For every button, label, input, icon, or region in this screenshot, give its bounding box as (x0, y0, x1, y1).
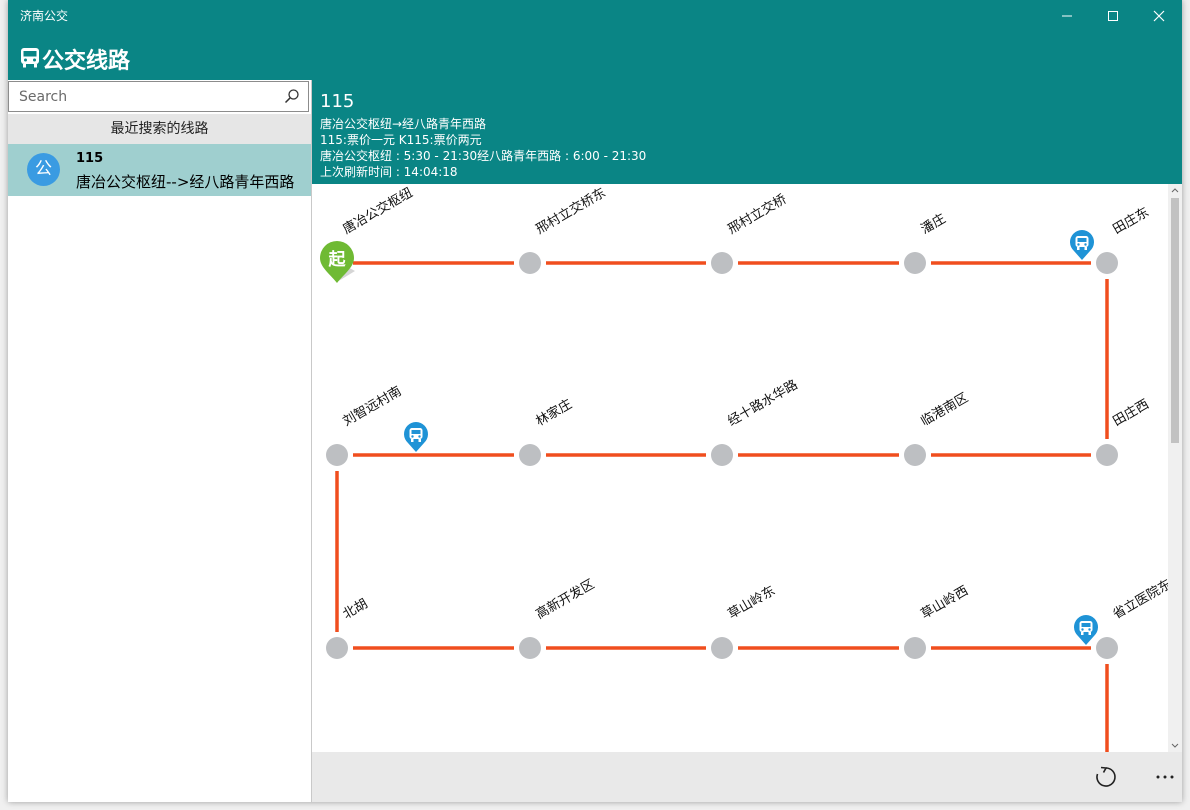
bus-stop[interactable]: 田庄东 (1096, 204, 1152, 274)
maximize-button[interactable] (1090, 0, 1136, 32)
bus-position-icon[interactable] (1074, 615, 1098, 645)
route-hours: 唐冶公交枢纽 : 5:30 - 21:30经八路青年西路 : 6:00 - 21… (320, 149, 647, 163)
app-header: 公交线路 (8, 32, 1182, 80)
search-input[interactable] (19, 88, 274, 106)
route-direction: 唐冶公交枢纽→经八路青年西路 (320, 117, 487, 131)
scroll-down-arrow-icon[interactable] (1168, 740, 1182, 752)
close-button[interactable] (1136, 0, 1182, 32)
stop-label: 北胡 (341, 596, 371, 622)
command-bar (312, 752, 1182, 802)
bus-stop[interactable]: 经十路水华路 (711, 377, 801, 466)
route-map-canvas: 唐冶公交枢纽 邢村立交桥东 邢村立交桥 潘庄 田庄东田庄西 临港南区 经十路水华路 林家庄 刘智… (320, 185, 1168, 754)
stop-label: 邢村立交桥 (725, 191, 789, 237)
bus-icon (21, 48, 39, 68)
vertical-scrollbar[interactable] (1168, 184, 1182, 754)
stop-label: 邢村立交桥东 (533, 185, 609, 238)
stop-label: 潘庄 (918, 211, 949, 238)
stop-label: 草山岭西 (919, 583, 972, 622)
more-icon (1156, 775, 1174, 779)
maximize-icon (1108, 11, 1118, 21)
route-number: 115 (76, 151, 104, 166)
main-panel: 115 唐冶公交枢纽→经八路青年西路 115:票价一元 K115:票价两元 唐冶… (312, 80, 1182, 802)
route-avatar: 公 (27, 153, 60, 186)
bus-position-icon[interactable] (404, 422, 428, 452)
stop-label: 田庄西 (1110, 396, 1152, 429)
more-button[interactable] (1148, 760, 1182, 794)
recent-routes-header: 最近搜索的线路 (8, 114, 311, 144)
title-bar: 济南公交 (8, 0, 1182, 32)
recent-route-item[interactable]: 公 115 唐冶公交枢纽-->经八路青年西路 (8, 144, 311, 196)
stop-label: 刘智远村南 (340, 383, 404, 429)
start-marker: 起 (320, 241, 355, 283)
close-icon (1153, 10, 1165, 22)
refresh-button[interactable] (1089, 760, 1123, 794)
route-refresh-time: 上次刷新时间 : 14:04:18 (320, 165, 458, 179)
start-marker-label: 起 (328, 249, 347, 270)
app-window: 济南公交 公交线路 最近搜索的线路 (8, 0, 1182, 802)
route-description: 唐冶公交枢纽-->经八路青年西路 (76, 173, 295, 191)
search-icon[interactable] (284, 88, 300, 104)
bus-stop[interactable]: 省立医院东 (1096, 577, 1168, 659)
bus-stop[interactable]: 田庄西 (1096, 396, 1152, 466)
stop-label: 临港南区 (918, 390, 971, 430)
stop-label: 田庄东 (1110, 204, 1152, 237)
app-title: 公交线路 (42, 49, 131, 74)
route-info-panel: 115 唐冶公交枢纽→经八路青年西路 115:票价一元 K115:票价两元 唐冶… (312, 80, 1182, 184)
stop-label: 草山岭东 (726, 583, 779, 622)
stop-label: 唐冶公交枢纽 (340, 185, 416, 238)
scrollbar-thumb[interactable] (1171, 198, 1179, 443)
bus-stop[interactable]: 唐冶公交枢纽 (340, 185, 416, 238)
bus-position-icon[interactable] (1070, 230, 1094, 260)
stop-label: 高新开发区 (533, 576, 597, 622)
scroll-up-arrow-icon[interactable] (1168, 184, 1182, 196)
window-title: 济南公交 (20, 9, 69, 23)
search-box (8, 81, 309, 112)
stop-label: 经十路水华路 (725, 377, 801, 430)
route-fares: 115:票价一元 K115:票价两元 (320, 133, 482, 147)
sidebar: 最近搜索的线路 公 115 唐冶公交枢纽-->经八路青年西路 (8, 80, 312, 802)
route-info-number: 115 (320, 91, 355, 112)
bus-stop[interactable]: 邢村立交桥东 (519, 185, 609, 274)
refresh-icon (1096, 766, 1116, 787)
stop-label: 林家庄 (533, 396, 575, 429)
minimize-icon (1062, 15, 1072, 17)
minimize-button[interactable] (1044, 0, 1090, 32)
route-map: 唐冶公交枢纽 邢村立交桥东 邢村立交桥 潘庄 田庄东田庄西 临港南区 经十路水华路 林家庄 刘智… (312, 184, 1168, 754)
stop-label: 省立医院东 (1111, 577, 1169, 622)
